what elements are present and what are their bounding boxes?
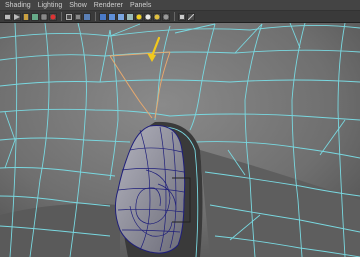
- 3d-viewport[interactable]: [0, 23, 360, 257]
- select-camera-icon[interactable]: [13, 12, 21, 21]
- grid-icon[interactable]: [40, 12, 48, 21]
- film-gate-icon[interactable]: [65, 12, 73, 21]
- menu-lighting[interactable]: Lighting: [38, 0, 63, 11]
- toolbar-divider: [95, 12, 96, 21]
- all-lights-icon[interactable]: [153, 12, 161, 21]
- toolbar-divider: [174, 12, 175, 21]
- textured-icon[interactable]: [135, 12, 143, 21]
- panel-menubar: Shading Lighting Show Renderer Panels: [0, 0, 360, 11]
- image-plane-icon[interactable]: [31, 12, 39, 21]
- bounding-box-icon[interactable]: [126, 12, 134, 21]
- toolbar-divider: [61, 12, 62, 21]
- xray-joints-icon[interactable]: [187, 12, 195, 21]
- menu-panels[interactable]: Panels: [130, 0, 151, 11]
- camera-icon[interactable]: [4, 12, 12, 21]
- flat-shade-icon[interactable]: [117, 12, 125, 21]
- default-light-icon[interactable]: [144, 12, 152, 21]
- shadows-icon[interactable]: [162, 12, 170, 21]
- menu-shading[interactable]: Shading: [5, 0, 31, 11]
- panel-toolbar: [0, 11, 360, 23]
- menu-show[interactable]: Show: [69, 0, 87, 11]
- bookmark-icon[interactable]: [22, 12, 30, 21]
- menu-renderer[interactable]: Renderer: [94, 0, 123, 11]
- smooth-shade-icon[interactable]: [108, 12, 116, 21]
- wireframe-icon[interactable]: [99, 12, 107, 21]
- isolate-select-icon[interactable]: [178, 12, 186, 21]
- record-icon[interactable]: [49, 12, 57, 21]
- resolution-gate-icon[interactable]: [74, 12, 82, 21]
- safe-action-icon[interactable]: [83, 12, 91, 21]
